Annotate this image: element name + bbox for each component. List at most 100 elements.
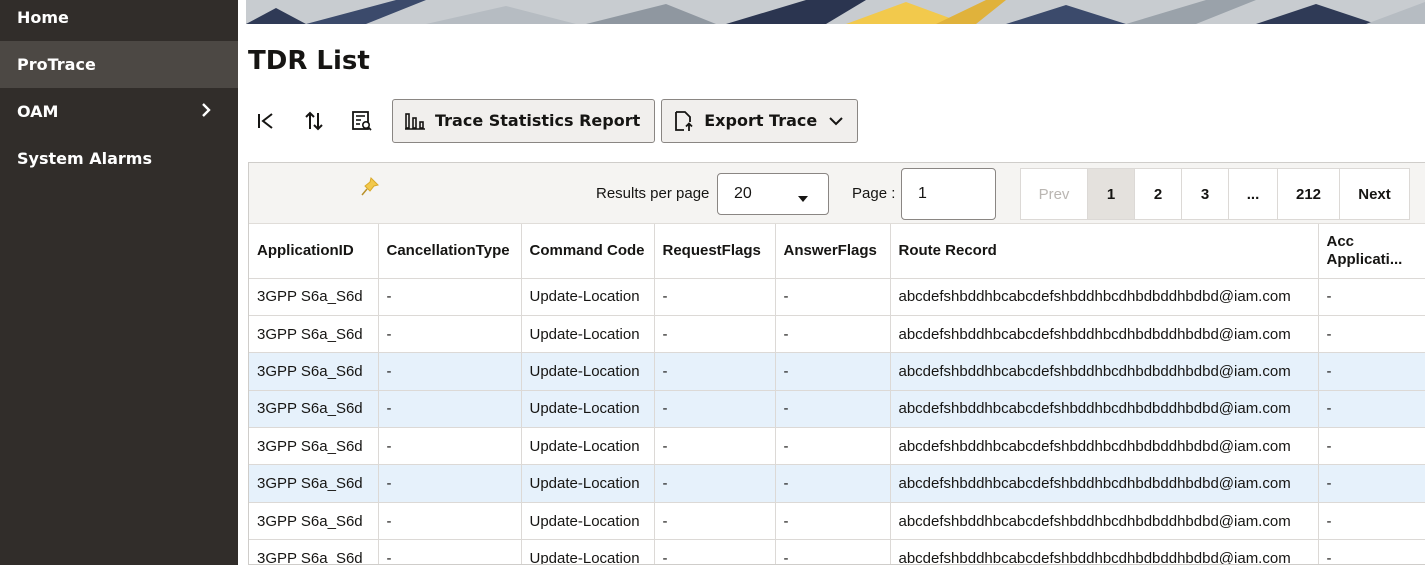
results-per-page-label: Results per page <box>596 185 710 202</box>
table-cell: 3GPP S6a_S6d <box>249 464 379 503</box>
column-header[interactable]: AnswerFlags <box>775 224 891 279</box>
page-ellipsis[interactable]: ... <box>1229 169 1278 219</box>
table-cell: - <box>1318 352 1425 391</box>
table-cell: - <box>654 502 776 541</box>
prev-page-button[interactable]: Prev <box>1021 169 1088 219</box>
table-cell: 3GPP S6a_S6d <box>249 427 379 466</box>
pin-icon[interactable] <box>361 177 379 202</box>
column-header[interactable]: Command Code <box>521 224 655 279</box>
table-cell: - <box>1318 390 1425 429</box>
tdr-table-panel: Results per page 20 Page : Prev 1 2 3 ..… <box>248 162 1425 565</box>
first-page-icon[interactable] <box>248 99 284 143</box>
page-label: Page : <box>852 185 896 202</box>
page-212-button[interactable]: 212 <box>1278 169 1340 219</box>
table-cell: 3GPP S6a_S6d <box>249 352 379 391</box>
trace-statistics-report-label: Trace Statistics Report <box>435 111 641 130</box>
table-cell: - <box>1318 278 1425 316</box>
sidebar-item-label: ProTrace <box>17 55 96 74</box>
table-cell: 3GPP S6a_S6d <box>249 502 379 541</box>
table-cell: - <box>654 278 776 316</box>
table-cell: - <box>1318 502 1425 541</box>
table-cell: - <box>775 539 891 564</box>
table-cell: abcdefshbddhbcabcdefshbddhbcdhbdbddhbdbd… <box>890 278 1319 316</box>
trace-statistics-report-button[interactable]: Trace Statistics Report <box>392 98 656 143</box>
table-row[interactable]: 3GPP S6a_S6d - Update-Location - - abcdefshbd… <box>249 427 1425 466</box>
page-1-button[interactable]: 1 <box>1088 169 1135 219</box>
dropdown-triangle-icon <box>798 190 808 208</box>
sidebar: Home ProTrace OAM System Alarms <box>0 0 238 565</box>
sort-icon[interactable] <box>296 99 332 143</box>
table-cell: - <box>378 502 522 541</box>
table-cell: Update-Location <box>521 278 655 316</box>
tdr-table: ApplicationID CancellationType Command C… <box>249 224 1425 564</box>
table-cell: Update-Location <box>521 315 655 354</box>
page-2-button[interactable]: 2 <box>1135 169 1182 219</box>
table-cell: - <box>654 427 776 466</box>
table-cell: - <box>378 539 522 564</box>
results-per-page-value: 20 <box>734 185 752 202</box>
table-cell: Update-Location <box>521 464 655 503</box>
results-per-page-select[interactable]: 20 <box>717 173 829 215</box>
table-cell: - <box>1318 427 1425 466</box>
table-cell: Update-Location <box>521 539 655 564</box>
table-cell: - <box>654 352 776 391</box>
table-cell: abcdefshbddhbcabcdefshbddhbcdhbdbddhbdbd… <box>890 315 1319 354</box>
sidebar-item-label: OAM <box>17 102 59 121</box>
table-cell: abcdefshbddhbcabcdefshbddhbcdhbdbddhbdbd… <box>890 390 1319 429</box>
table-row[interactable]: 3GPP S6a_S6d - Update-Location - - abcdefshbd… <box>249 502 1425 541</box>
table-cell: - <box>654 539 776 564</box>
export-trace-button[interactable]: Export Trace <box>661 98 859 143</box>
table-row[interactable]: 3GPP S6a_S6d - Update-Location - - abcdefshbd… <box>249 278 1425 316</box>
sidebar-item-oam[interactable]: OAM <box>0 88 238 135</box>
chevron-down-icon <box>829 116 843 126</box>
column-header[interactable]: Acc Applicati... <box>1318 224 1425 279</box>
column-header[interactable]: ApplicationID <box>249 224 379 279</box>
table-cell: - <box>378 352 522 391</box>
table-cell: abcdefshbddhbcabcdefshbddhbcdhbdbddhbdbd… <box>890 539 1319 564</box>
page-3-button[interactable]: 3 <box>1182 169 1229 219</box>
table-cell: - <box>378 464 522 503</box>
table-cell: abcdefshbddhbcabcdefshbddhbcdhbdbddhbdbd… <box>890 502 1319 541</box>
table-cell: abcdefshbddhbcabcdefshbddhbcdhbdbddhbdbd… <box>890 352 1319 391</box>
page-title: TDR List <box>248 46 370 76</box>
page-number-input[interactable] <box>901 168 996 220</box>
table-cell: 3GPP S6a_S6d <box>249 315 379 354</box>
table-cell: - <box>378 315 522 354</box>
pager-bar: Results per page 20 Page : Prev 1 2 3 ..… <box>249 163 1425 224</box>
toolbar: Trace Statistics Report Export Trace <box>248 98 864 143</box>
table-cell: Update-Location <box>521 502 655 541</box>
column-header[interactable]: RequestFlags <box>654 224 776 279</box>
view-details-icon[interactable] <box>344 99 380 143</box>
table-cell: - <box>1318 464 1425 503</box>
table-row[interactable]: 3GPP S6a_S6d - Update-Location - - abcdefshbd… <box>249 315 1425 354</box>
table-cell: 3GPP S6a_S6d <box>249 278 379 316</box>
column-header[interactable]: Route Record <box>890 224 1319 279</box>
table-cell: - <box>378 390 522 429</box>
table-cell: Update-Location <box>521 352 655 391</box>
table-cell: - <box>775 502 891 541</box>
export-trace-label: Export Trace <box>704 111 818 130</box>
table-row[interactable]: 3GPP S6a_S6d - Update-Location - - abcdefshbd… <box>249 539 1425 564</box>
column-header[interactable]: CancellationType <box>378 224 522 279</box>
header-banner <box>246 0 1425 24</box>
table-cell: - <box>1318 539 1425 564</box>
bar-chart-icon <box>405 112 425 130</box>
table-cell: - <box>654 390 776 429</box>
table-row[interactable]: 3GPP S6a_S6d - Update-Location - - abcdefshbd… <box>249 390 1425 429</box>
sidebar-item-system-alarms[interactable]: System Alarms <box>0 135 238 182</box>
sidebar-item-protrace[interactable]: ProTrace <box>0 41 238 88</box>
table-cell: - <box>775 427 891 466</box>
table-cell: - <box>775 464 891 503</box>
table-cell: - <box>775 352 891 391</box>
table-cell: - <box>1318 315 1425 354</box>
table-cell: Update-Location <box>521 427 655 466</box>
next-page-button[interactable]: Next <box>1340 169 1409 219</box>
table-header-row: ApplicationID CancellationType Command C… <box>249 224 1425 279</box>
table-row[interactable]: 3GPP S6a_S6d - Update-Location - - abcdefshbd… <box>249 352 1425 391</box>
chevron-right-icon <box>200 101 212 123</box>
sidebar-item-home[interactable]: Home <box>0 0 238 41</box>
table-cell: abcdefshbddhbcabcdefshbddhbcdhbdbddhbdbd… <box>890 427 1319 466</box>
sidebar-item-label: Home <box>17 8 69 27</box>
table-row[interactable]: 3GPP S6a_S6d - Update-Location - - abcdefshbd… <box>249 464 1425 503</box>
table-cell: - <box>654 315 776 354</box>
